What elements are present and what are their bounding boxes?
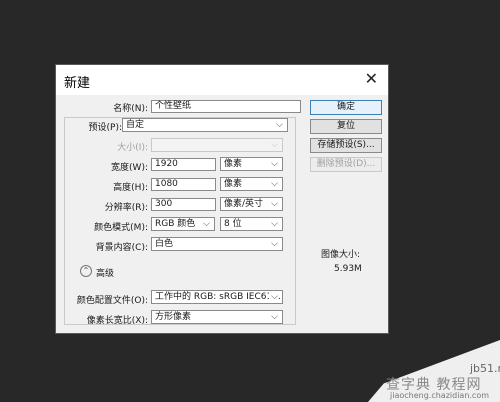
chevron-down-icon: ⌵ <box>269 291 278 303</box>
pixel-aspect-value: 方形像素 <box>155 312 192 322</box>
ok-button[interactable]: 确定 <box>310 100 382 115</box>
chevron-down-icon: ⌵ <box>271 312 278 322</box>
image-size-label: 图像大小: <box>321 250 361 260</box>
preset-label: 预设(P): <box>88 123 122 133</box>
background-value: 白色 <box>155 239 174 249</box>
color-profile-value: 工作中的 RGB: sRGB IEC61... <box>155 292 281 302</box>
pixel-aspect-label: 像素长宽比(X): <box>86 316 148 326</box>
name-input[interactable]: 个性壁纸 <box>151 100 301 113</box>
chevron-down-icon: ⌵ <box>271 219 278 229</box>
width-unit-select[interactable]: 像素 ⌵ <box>220 157 283 171</box>
background-label: 背景内容(C): <box>95 243 148 253</box>
pixel-aspect-select[interactable]: 方形像素 ⌵ <box>151 310 283 324</box>
chevron-down-icon: ⌵ <box>271 159 278 169</box>
color-mode-select[interactable]: RGB 颜色 ⌵ <box>151 217 215 231</box>
delete-preset-button: 删除预设(D)... <box>310 157 382 172</box>
size-select: ⌵ <box>151 138 283 152</box>
dialog-title: 新建 <box>64 76 91 91</box>
height-input[interactable]: 1080 <box>151 178 216 191</box>
preset-value: 自定 <box>126 120 145 130</box>
color-mode-label: 颜色模式(M): <box>94 223 148 233</box>
background-select[interactable]: 白色 ⌵ <box>151 237 283 251</box>
dialog-titlebar: 新建 ✕ <box>56 65 388 95</box>
width-input[interactable]: 1920 <box>151 158 216 171</box>
width-label: 宽度(W): <box>111 163 148 173</box>
chevron-down-icon: ⌵ <box>203 219 210 229</box>
name-label: 名称(N): <box>113 104 148 114</box>
width-unit-value: 像素 <box>224 159 243 169</box>
color-mode-value: RGB 颜色 <box>155 219 196 229</box>
bit-depth-value: 8 位 <box>224 219 242 229</box>
resolution-unit-select[interactable]: 像素/英寸 ⌵ <box>220 197 283 211</box>
color-profile-select[interactable]: 工作中的 RGB: sRGB IEC61... ⌵ <box>151 290 283 304</box>
height-label: 高度(H): <box>113 183 148 193</box>
resolution-input[interactable]: 300 <box>151 198 216 211</box>
preset-select[interactable]: 自定 ⌵ <box>122 118 288 132</box>
resolution-label: 分辨率(R): <box>104 203 148 213</box>
new-document-dialog: 新建 ✕ 名称(N): 个性壁纸 预设(P): 自定 ⌵ 大小(I): ⌵ 宽度… <box>55 64 389 334</box>
bit-depth-select[interactable]: 8 位 ⌵ <box>220 217 283 231</box>
resolution-unit-value: 像素/英寸 <box>224 199 264 209</box>
size-label: 大小(I): <box>117 143 148 153</box>
collapse-toggle-icon[interactable]: ⌃ <box>80 265 92 277</box>
save-preset-button[interactable]: 存储预设(S)... <box>310 138 382 153</box>
chevron-down-icon: ⌵ <box>271 239 278 249</box>
chevron-down-icon: ⌵ <box>271 140 278 150</box>
chevron-down-icon: ⌵ <box>271 179 278 189</box>
height-unit-select[interactable]: 像素 ⌵ <box>220 177 283 191</box>
watermark-url: jiaocheng.chazidian.com <box>390 391 490 400</box>
advanced-label: 高级 <box>96 269 115 279</box>
color-profile-label: 颜色配置文件(O): <box>76 296 148 306</box>
close-icon[interactable]: ✕ <box>365 70 378 88</box>
height-unit-value: 像素 <box>224 179 243 189</box>
reset-button[interactable]: 复位 <box>310 119 382 134</box>
desktop-background: { "dialog": { "title": "新建", "fields": {… <box>0 0 500 402</box>
chevron-down-icon: ⌵ <box>276 120 283 130</box>
image-size-value: 5.93M <box>334 264 362 274</box>
chevron-down-icon: ⌵ <box>271 199 278 209</box>
